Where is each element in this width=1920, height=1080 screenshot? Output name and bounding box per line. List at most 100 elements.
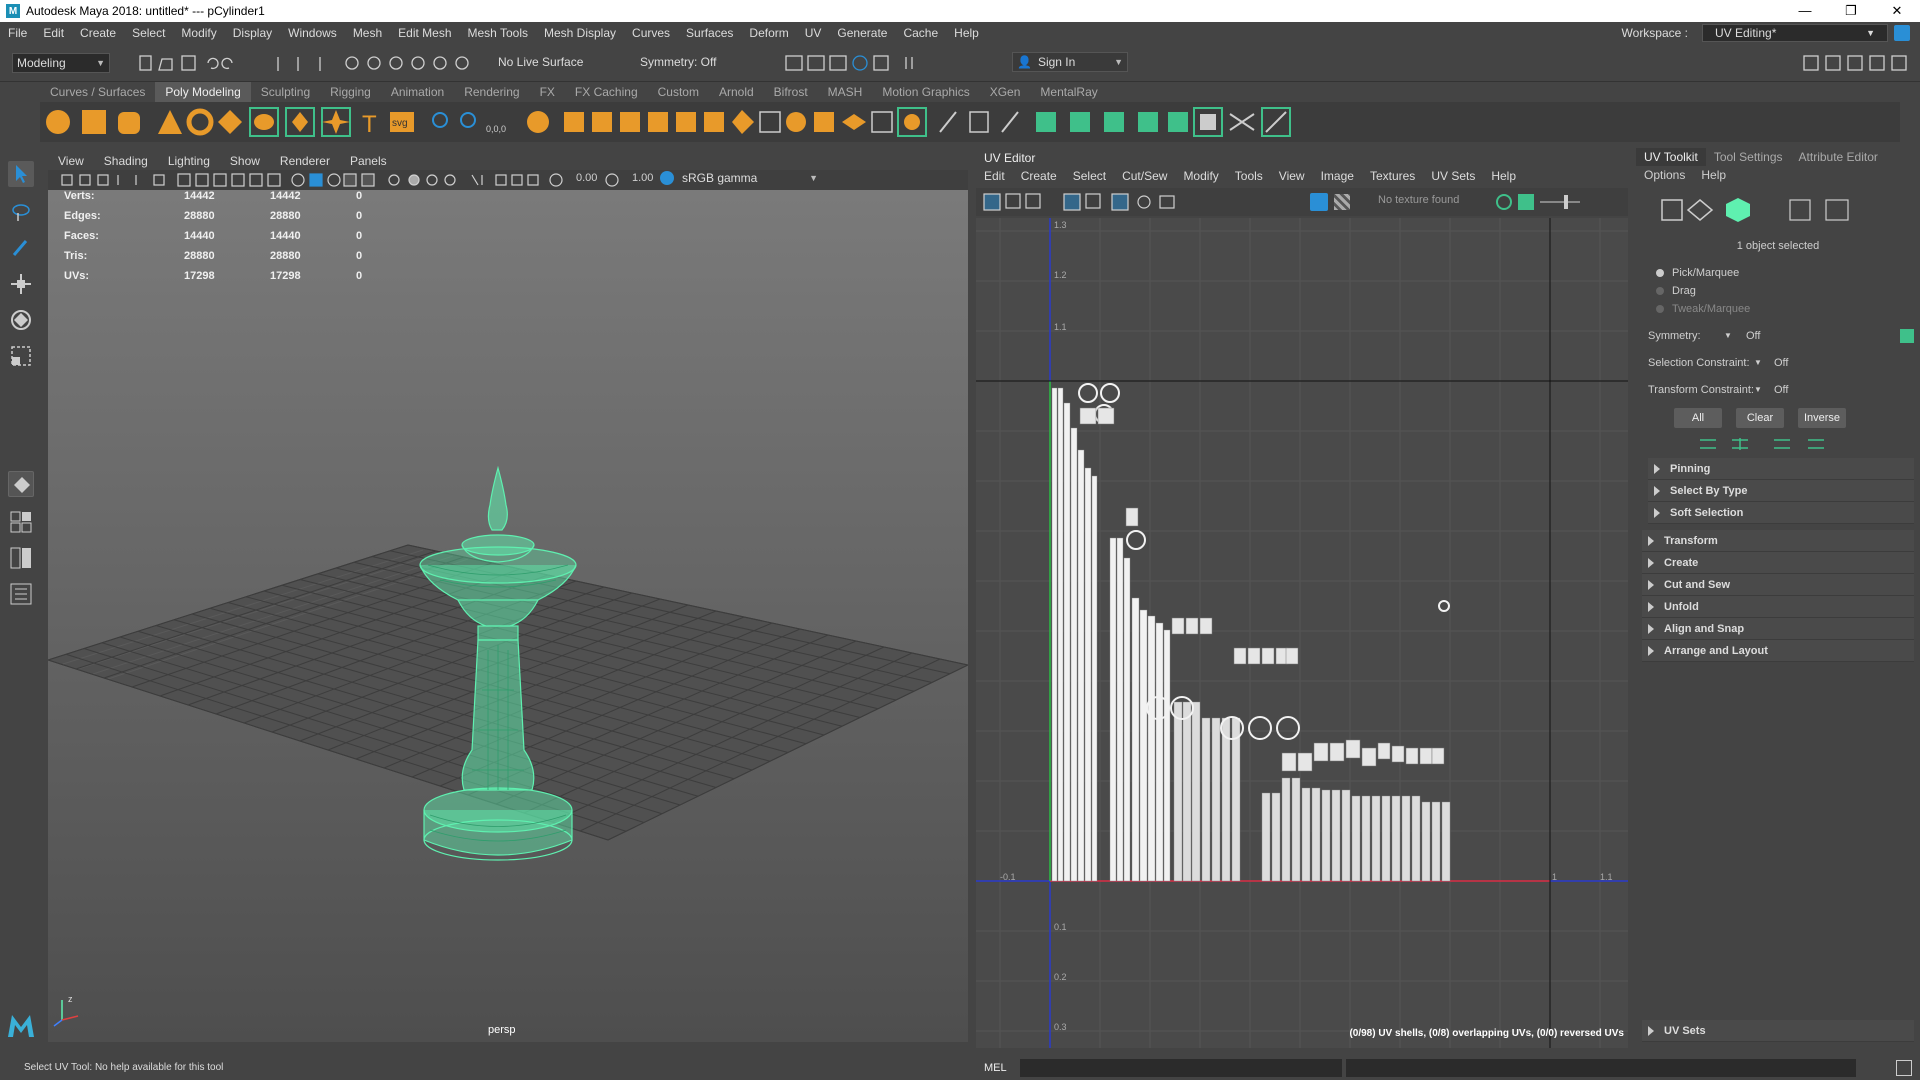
menu-generate[interactable]: Generate (829, 26, 895, 40)
menu-mesh-display[interactable]: Mesh Display (536, 26, 624, 40)
drag-radio[interactable]: Drag (1644, 282, 1914, 300)
transform-constraint-dropdown[interactable]: Off (1774, 384, 1788, 396)
gamma-field[interactable]: 1.00 (632, 172, 653, 184)
scale-tool-icon[interactable] (8, 343, 34, 369)
symmetry-dropdown[interactable]: Off (1746, 330, 1760, 342)
workspace-dropdown[interactable]: UV Editing* ▼ (1702, 24, 1888, 42)
uv-menu-edit[interactable]: Edit (976, 166, 1013, 186)
refresh-icon[interactable] (1496, 194, 1512, 210)
sign-in-button[interactable]: 👤 Sign In ▼ (1012, 52, 1128, 72)
shelf-tab-custom[interactable]: Custom (648, 82, 709, 102)
single-perspective-layout-icon[interactable] (8, 471, 34, 497)
viewport-toolbar-icons[interactable] (52, 172, 712, 188)
tweak-marquee-radio[interactable]: Tweak/Marquee (1644, 300, 1914, 318)
mel-label[interactable]: MEL (984, 1056, 1007, 1080)
script-editor-icon[interactable] (1896, 1060, 1912, 1076)
section-transform[interactable]: Transform (1642, 530, 1914, 552)
menu-mesh-tools[interactable]: Mesh Tools (460, 26, 536, 40)
uv-menu-view[interactable]: View (1271, 166, 1313, 186)
shelf-tab-xgen[interactable]: XGen (980, 82, 1031, 102)
uv-menu-select[interactable]: Select (1065, 166, 1114, 186)
mode-dropdown[interactable]: Modeling ▼ (12, 53, 110, 73)
uv-menu-create[interactable]: Create (1013, 166, 1065, 186)
section-create[interactable]: Create (1642, 552, 1914, 574)
minimize-button[interactable]: — (1782, 0, 1828, 22)
uv-editor-viewport[interactable]: 1.3 1.2 1.1 0.1 0.2 0.3 -0.1 1 1.1 (976, 218, 1628, 1048)
shelf-tab-fx[interactable]: FX (530, 82, 565, 102)
uv-menu-cut-sew[interactable]: Cut/Sew (1114, 166, 1175, 186)
section-soft-selection[interactable]: Soft Selection (1648, 502, 1914, 524)
clear-selection-button[interactable]: Clear (1736, 408, 1784, 428)
texture-toggle-icon[interactable] (1518, 194, 1534, 210)
shelf-tab-sculpting[interactable]: Sculpting (251, 82, 320, 102)
menu-curves[interactable]: Curves (624, 26, 678, 40)
chevron-down-icon[interactable]: ▼ (1754, 358, 1774, 367)
layout-icons[interactable] (1800, 53, 1915, 75)
section-uv-sets[interactable]: UV Sets (1642, 1020, 1914, 1042)
symmetry-field[interactable]: Symmetry: Off (636, 53, 736, 73)
menu-mesh[interactable]: Mesh (345, 26, 390, 40)
close-button[interactable]: ✕ (1874, 0, 1920, 22)
colorspace-dropdown[interactable]: sRGB gamma ▼ (678, 170, 822, 188)
uv-menu-image[interactable]: Image (1313, 166, 1362, 186)
chevron-down-icon[interactable]: ▼ (1754, 385, 1774, 394)
menu-toolkit-help[interactable]: Help (1701, 168, 1726, 182)
menu-help[interactable]: Help (946, 26, 987, 40)
uv-menu-tools[interactable]: Tools (1227, 166, 1271, 186)
shelf-tab-mentalray[interactable]: MentalRay (1030, 82, 1107, 102)
section-align-and-snap[interactable]: Align and Snap (1642, 618, 1914, 640)
viewport-menu-panels[interactable]: Panels (340, 152, 397, 170)
select-all-button[interactable]: All (1674, 408, 1722, 428)
uv-menu-uv-sets[interactable]: UV Sets (1423, 166, 1483, 186)
shelf-tab-curves-surfaces[interactable]: Curves / Surfaces (40, 82, 155, 102)
shelf-tab-rigging[interactable]: Rigging (320, 82, 381, 102)
paint-select-tool-icon[interactable] (8, 235, 34, 261)
inverse-selection-button[interactable]: Inverse (1798, 408, 1846, 428)
exposure-slider[interactable] (1540, 201, 1580, 203)
viewport-menu-show[interactable]: Show (220, 152, 270, 170)
uv-menu-help[interactable]: Help (1483, 166, 1524, 186)
uv-toolbar-icons[interactable] (980, 192, 1180, 212)
lock-icon[interactable] (1894, 25, 1910, 41)
menu-uv[interactable]: UV (797, 26, 830, 40)
uv-menu-textures[interactable]: Textures (1362, 166, 1423, 186)
selection-grow-icons[interactable] (1696, 436, 1846, 452)
shelf-tab-fx-caching[interactable]: FX Caching (565, 82, 648, 102)
viewport-menu-lighting[interactable]: Lighting (158, 152, 220, 170)
component-mode-icons[interactable] (1660, 196, 1860, 226)
live-surface-field[interactable]: No Live Surface (494, 53, 590, 73)
menu-surfaces[interactable]: Surfaces (678, 26, 741, 40)
pick-marquee-radio[interactable]: Pick/Marquee (1644, 264, 1914, 282)
move-tool-icon[interactable] (8, 271, 34, 297)
shelf-icons[interactable]: T svg 0,0,0 (40, 102, 1560, 142)
viewport-menu-view[interactable]: View (48, 152, 94, 170)
perspective-viewport[interactable]: z (48, 190, 968, 1042)
section-cut-and-sew[interactable]: Cut and Sew (1642, 574, 1914, 596)
color-management-icon[interactable] (660, 171, 674, 185)
section-arrange-and-layout[interactable]: Arrange and Layout (1642, 640, 1914, 662)
tab-uv-toolkit[interactable]: UV Toolkit (1636, 148, 1706, 166)
checker-icon[interactable] (1334, 194, 1350, 210)
section-pinning[interactable]: Pinning (1648, 458, 1914, 480)
menu-windows[interactable]: Windows (280, 26, 345, 40)
tab-tool-settings[interactable]: Tool Settings (1706, 148, 1791, 166)
two-view-layout-icon[interactable] (8, 545, 34, 571)
shelf-tab-arnold[interactable]: Arnold (709, 82, 764, 102)
menu-select[interactable]: Select (124, 26, 173, 40)
shelf-tab-rendering[interactable]: Rendering (454, 82, 529, 102)
menu-deform[interactable]: Deform (741, 26, 796, 40)
menu-display[interactable]: Display (225, 26, 280, 40)
menu-options[interactable]: Options (1644, 168, 1685, 182)
viewport-menu-renderer[interactable]: Renderer (270, 152, 340, 170)
shelf-tab-bifrost[interactable]: Bifrost (764, 82, 818, 102)
uv-menu-modify[interactable]: Modify (1175, 166, 1226, 186)
maximize-button[interactable]: ❐ (1828, 0, 1874, 22)
lasso-tool-icon[interactable] (8, 199, 34, 225)
section-select-by-type[interactable]: Select By Type (1648, 480, 1914, 502)
viewport-menu-shading[interactable]: Shading (94, 152, 158, 170)
image-display-icon[interactable] (1310, 193, 1328, 211)
section-unfold[interactable]: Unfold (1642, 596, 1914, 618)
shelf-tab-animation[interactable]: Animation (381, 82, 454, 102)
menu-modify[interactable]: Modify (173, 26, 224, 40)
four-view-layout-icon[interactable] (8, 509, 34, 535)
